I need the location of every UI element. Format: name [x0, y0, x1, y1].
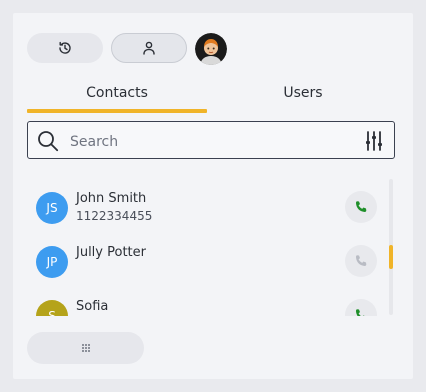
tab-bar: Contacts Users	[27, 83, 393, 113]
contacts-mode-button[interactable]	[111, 33, 187, 63]
profile-avatar[interactable]	[195, 33, 227, 65]
dialer-panel: Contacts Users JS John Smith 1122334455	[13, 13, 413, 379]
tab-contacts-label: Contacts	[86, 85, 148, 101]
avatar: JS	[36, 192, 68, 224]
call-button-disabled	[345, 245, 377, 277]
history-button[interactable]	[27, 33, 103, 63]
contact-name: Sofia	[76, 299, 109, 314]
list-item[interactable]: S Sofia	[27, 284, 377, 316]
history-icon	[59, 41, 71, 54]
call-button[interactable]	[345, 299, 377, 316]
contact-name: Jully Potter	[76, 245, 146, 260]
drag-handle-button[interactable]	[27, 332, 144, 364]
avatar-initials: JP	[46, 255, 58, 269]
phone-icon	[355, 201, 367, 213]
active-tab-indicator	[27, 109, 207, 113]
contacts-list: JS John Smith 1122334455 JP Jully Potter	[27, 176, 393, 316]
avatar-initials: S	[48, 309, 56, 316]
contact-name: John Smith	[76, 191, 147, 206]
avatar: S	[36, 300, 68, 316]
search-icon	[38, 131, 59, 152]
tab-users[interactable]: Users	[213, 83, 393, 113]
top-toolbar	[27, 33, 407, 65]
avatar-initials: JS	[46, 201, 58, 215]
list-item[interactable]: JP Jully Potter	[27, 230, 377, 282]
user-icon	[143, 41, 155, 55]
list-item[interactable]: JS John Smith 1122334455	[27, 176, 377, 228]
tab-users-label: Users	[283, 85, 323, 101]
search-input[interactable]	[68, 130, 352, 154]
avatar-illustration	[195, 33, 227, 65]
phone-icon	[355, 255, 367, 267]
grip-dots-icon	[81, 344, 90, 352]
call-button[interactable]	[345, 191, 377, 223]
scrollbar-thumb[interactable]	[389, 245, 393, 269]
contact-phone: 1122334455	[76, 209, 153, 223]
filter-sliders-icon[interactable]	[364, 130, 384, 152]
search-box	[27, 121, 395, 159]
avatar: JP	[36, 246, 68, 278]
phone-icon	[355, 309, 365, 316]
